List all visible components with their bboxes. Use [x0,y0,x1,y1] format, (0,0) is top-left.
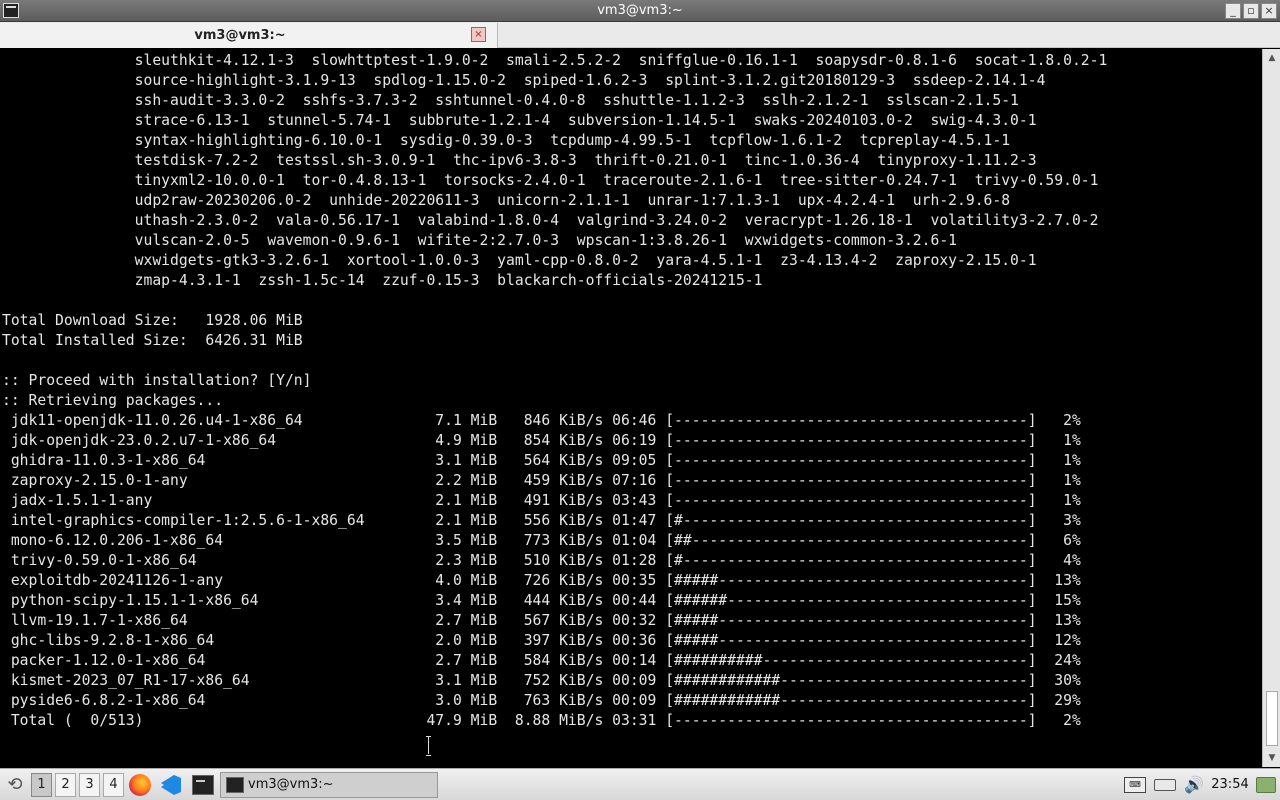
terminal-launcher-icon[interactable] [192,775,214,795]
terminal-line: :: Retrieving packages... [2,392,224,409]
terminal-line: vulscan-2.0-5 wavemon-0.9.6-1 wifite-2:2… [2,232,958,249]
terminal-line: intel-graphics-compiler-1:2.5.6-1-x86_64… [2,512,1081,529]
terminal-line: ssh-audit-3.3.0-2 sshfs-3.7.3-2 sshtunne… [2,92,1019,109]
volume-icon[interactable]: 🔊 [1184,773,1204,797]
terminal-line: ghc-libs-9.2.8-1-x86_64 2.0 MiB 397 KiB/… [2,632,1081,649]
folder-icon[interactable] [1256,777,1276,793]
keyboard-icon[interactable]: ⌨ [1124,777,1146,793]
terminal-line: zaproxy-2.15.0-1-any 2.2 MiB 459 KiB/s 0… [2,472,1081,489]
terminal-line: kismet-2023_07_R1-17-x86_64 3.1 MiB 752 … [2,672,1081,689]
terminal-line: jadx-1.5.1-1-any 2.1 MiB 491 KiB/s 03:43… [2,492,1081,509]
terminal-line: :: Proceed with installation? [Y/n] [2,372,312,389]
terminal-line: pyside6-6.8.2-1-x86_64 3.0 MiB 763 KiB/s… [2,692,1081,709]
minimize-button[interactable]: _ [1225,3,1241,19]
workspace-2-button[interactable]: 2 [55,773,76,797]
window-titlebar: vm3@vm3:~ _ ▫ × [0,0,1280,22]
terminal-line: testdisk-7.2-2 testssl.sh-3.0.9-1 thc-ip… [2,152,1037,169]
terminal-text: sleuthkit-4.12.1-3 slowhttptest-1.9.0-2 … [2,51,1107,731]
scroll-down-icon[interactable]: ▼ [1265,751,1279,765]
terminal-icon [226,777,244,793]
terminal-line: Total ( 0/513) 47.9 MiB 8.88 MiB/s 03:31… [2,712,1081,729]
tab-terminal[interactable]: vm3@vm3:~ × [0,23,498,48]
scroll-thumb[interactable] [1266,691,1278,746]
workspace-1-button[interactable]: 1 [31,773,52,797]
terminal-output[interactable]: sleuthkit-4.12.1-3 slowhttptest-1.9.0-2 … [0,49,1262,767]
terminal-line: llvm-19.1.7-1-x86_64 2.7 MiB 567 KiB/s 0… [2,612,1081,629]
taskbar-window-terminal[interactable]: vm3@vm3:~ [220,772,438,798]
terminal-line: trivy-0.59.0-1-x86_64 2.3 MiB 510 KiB/s … [2,552,1081,569]
terminal-line: tinyxml2-10.0.0-1 tor-0.4.8.13-1 torsock… [2,172,1099,189]
workspace-4-button[interactable]: 4 [103,773,124,797]
terminal-line: wxwidgets-gtk3-3.2.6-1 xortool-1.0.0-3 y… [2,252,1037,269]
terminal-line: jdk11-openjdk-11.0.26.u4-1-x86_64 7.1 Mi… [2,412,1081,429]
firefox-icon[interactable] [129,774,151,796]
tab-bar: vm3@vm3:~ × [0,22,1280,48]
taskbar-window-label: vm3@vm3:~ [248,777,334,792]
terminal-line: Total Installed Size: 6426.31 MiB [2,332,303,349]
close-window-button[interactable]: × [1261,3,1277,19]
terminal-line: source-highlight-3.1.9-13 spdlog-1.15.0-… [2,72,1046,89]
scroll-up-icon[interactable]: ▲ [1265,51,1279,65]
terminal-scrollbar[interactable]: ▲ ▼ [1262,49,1280,767]
window-title: vm3@vm3:~ [597,3,683,18]
terminal-line: udp2raw-20230206.0-2 unhide-20220611-3 u… [2,192,1011,209]
tab-close-icon[interactable]: × [471,27,486,42]
terminal-line: sleuthkit-4.12.1-3 slowhttptest-1.9.0-2 … [2,52,1108,69]
terminal-line: syntax-highlighting-6.10.0-1 sysdig-0.39… [2,132,1011,149]
terminal-line: ghidra-11.0.3-1-x86_64 3.1 MiB 564 KiB/s… [2,452,1081,469]
terminal-line: uthash-2.3.0-2 vala-0.56.17-1 valabind-1… [2,212,1099,229]
terminal-line: jdk-openjdk-23.0.2.u7-1-x86_64 4.9 MiB 8… [2,432,1081,449]
terminal-line: mono-6.12.0.206-1-x86_64 3.5 MiB 773 KiB… [2,532,1081,549]
tab-label: vm3@vm3:~ [194,28,286,43]
terminal-line: packer-1.12.0-1-x86_64 2.7 MiB 584 KiB/s… [2,652,1081,669]
maximize-button[interactable]: ▫ [1243,3,1259,19]
vscode-icon[interactable] [161,775,181,795]
clock[interactable]: 23:54 [1208,773,1252,797]
terminal-line: python-scipy-1.15.1-1-x86_64 3.4 MiB 444… [2,592,1081,609]
workspace-3-button[interactable]: 3 [79,773,100,797]
terminal-line: exploitdb-20241126-1-any 4.0 MiB 726 KiB… [2,572,1081,589]
ibeam-cursor-icon [426,736,432,756]
taskbar: ⟲ 1 2 3 4 vm3@vm3:~ ⌨ 🔊 23:54 [0,768,1280,800]
terminal-line: Total Download Size: 1928.06 MiB [2,312,303,329]
drive-icon[interactable] [1154,779,1176,791]
terminal-line: strace-6.13-1 stunnel-5.74-1 subbrute-1.… [2,112,1037,129]
app-menu-icon[interactable]: ⟲ [3,773,27,797]
terminal-line: zmap-4.3.1-1 zssh-1.5c-14 zzuf-0.15-3 bl… [2,272,763,289]
